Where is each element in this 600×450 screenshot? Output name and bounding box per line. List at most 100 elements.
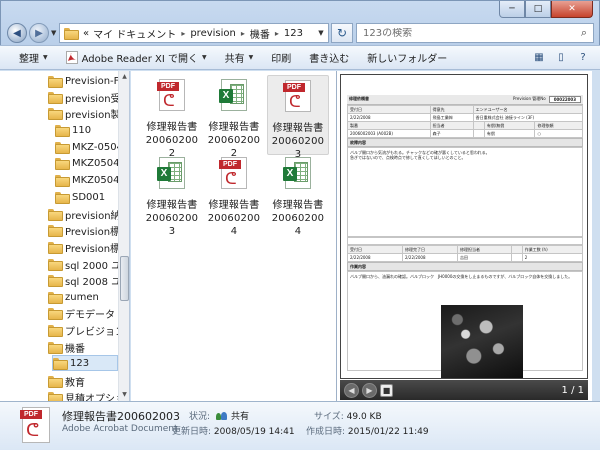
- close-button[interactable]: ✕: [551, 1, 593, 18]
- breadcrumb-separator-icon[interactable]: ▸: [238, 29, 248, 38]
- status-label: 状況:: [189, 412, 211, 422]
- scroll-down-icon[interactable]: ▼: [119, 389, 129, 401]
- refresh-icon: ↻: [336, 26, 348, 40]
- doc-prevision-number: 00022003: [548, 96, 581, 103]
- folder-icon: [48, 225, 63, 237]
- back-button[interactable]: ◀: [7, 23, 27, 43]
- folder-icon: [55, 158, 70, 170]
- folder-icon: [48, 308, 63, 320]
- organize-label: 整理: [19, 54, 39, 65]
- print-button[interactable]: 印刷: [262, 46, 300, 69]
- share-label: 共有: [224, 54, 245, 65]
- share-button[interactable]: 共有 ▼: [216, 46, 263, 69]
- search-input[interactable]: [363, 27, 575, 39]
- chevron-down-icon: ▼: [248, 54, 254, 61]
- tree-item[interactable]: SD001: [55, 189, 105, 205]
- open-with-button[interactable]: Adobe Reader XI で開く ▼: [57, 46, 216, 69]
- breadcrumb-overflow[interactable]: «: [81, 28, 91, 39]
- breadcrumb-123[interactable]: 123: [282, 28, 305, 39]
- excel-file-icon: X: [217, 79, 251, 119]
- pdf-file-icon: PDF ᕦ: [18, 407, 50, 445]
- excel-file-icon: X: [281, 157, 315, 197]
- chevron-down-icon[interactable]: ▼: [314, 29, 328, 37]
- file-name: 修理報告書 20060200 4: [207, 200, 261, 237]
- help-icon[interactable]: ?: [574, 50, 592, 66]
- folder-icon: [55, 192, 70, 204]
- file-item-selected[interactable]: PDF ᕦ 修理報告書 20060200 3: [267, 75, 329, 160]
- maximize-button[interactable]: □: [525, 1, 551, 18]
- folder-icon: [48, 376, 63, 388]
- chevron-down-icon: ▼: [43, 54, 48, 61]
- folder-icon: [48, 259, 63, 271]
- pdf-badge: PDF: [219, 160, 241, 169]
- excel-badge: X: [219, 89, 233, 103]
- adobe-reader-icon: [65, 51, 78, 64]
- folder-icon: [53, 358, 68, 370]
- chevron-down-icon: ▼: [201, 54, 207, 61]
- preview-toolbar: ◀ ▶ ■ 1 / 1: [340, 380, 588, 400]
- breadcrumb-my-documents[interactable]: マイ ドキュメント: [91, 26, 178, 41]
- folder-icon: [48, 76, 63, 88]
- preview-pane-icon[interactable]: ▯: [552, 50, 570, 66]
- breadcrumb-separator-icon[interactable]: ▸: [178, 29, 188, 38]
- recent-pages-dropdown[interactable]: ▼: [51, 29, 56, 37]
- tree-item-label: zumen: [65, 291, 99, 303]
- previous-page-button[interactable]: ◀: [344, 382, 359, 398]
- file-item[interactable]: PDF ᕦ 修理報告書 20060200 2: [141, 75, 203, 159]
- next-page-button[interactable]: ▶: [362, 382, 377, 398]
- scroll-up-icon[interactable]: ▲: [119, 71, 129, 83]
- breadcrumb-separator-icon[interactable]: ▸: [272, 29, 282, 38]
- address-bar[interactable]: « マイ ドキュメント ▸ prevision ▸ 機番 ▸ 123 ▼: [59, 23, 329, 43]
- tree-item[interactable]: MKZ-0504: [55, 139, 123, 155]
- window-controls: ─ □ ✕: [499, 1, 593, 18]
- doc-header: 修理依頼書 Prevision 管理No 00022003: [347, 95, 583, 105]
- status-value: 共有: [231, 412, 250, 422]
- tree-item-selected[interactable]: 123: [52, 355, 118, 371]
- scrollbar-thumb[interactable]: [120, 256, 129, 301]
- page-view-button[interactable]: ■: [380, 383, 393, 397]
- excel-badge: X: [157, 167, 171, 181]
- pdf-badge: PDF: [20, 410, 42, 419]
- burn-button[interactable]: 書き込む: [300, 46, 358, 69]
- tree-item[interactable]: デモデータ: [48, 305, 115, 321]
- navigation-scrollbar[interactable]: ▲ ▼: [118, 71, 129, 401]
- size-label: サイズ:: [314, 412, 344, 422]
- breadcrumb-kiban[interactable]: 機番: [248, 26, 272, 41]
- folder-icon: [48, 108, 63, 120]
- file-item[interactable]: X 修理報告書 20060200 2: [203, 75, 265, 159]
- pdf-file-icon: PDF ᕦ: [217, 157, 251, 197]
- refresh-button[interactable]: ↻: [331, 23, 353, 43]
- minimize-button[interactable]: ─: [499, 1, 525, 18]
- file-item[interactable]: PDF ᕦ 修理報告書 20060200 4: [203, 153, 265, 237]
- tree-item[interactable]: zumen: [48, 289, 99, 305]
- organize-button[interactable]: 整理 ▼: [10, 46, 57, 69]
- updated-value: 2008/05/19 14:41: [213, 427, 295, 437]
- file-list: PDF ᕦ 修理報告書 20060200 2 X 修理報告書 20060200 2 PDF…: [131, 71, 336, 401]
- search-box[interactable]: ⌕: [356, 23, 594, 43]
- file-item[interactable]: X 修理報告書 20060200 3: [141, 153, 203, 237]
- details-status: 状況: 共有: [189, 409, 249, 422]
- view-options-icon[interactable]: ▦: [530, 50, 548, 66]
- doc-section-work: 作業内容: [347, 262, 583, 271]
- file-item[interactable]: X 修理報告書 20060200 4: [267, 153, 329, 237]
- pdf-file-icon: PDF ᕦ: [281, 80, 315, 120]
- preview-pane: 修理依頼書 Prevision 管理No 00022003 受付日 得意先 エンドユ…: [336, 71, 592, 401]
- breadcrumb-prevision[interactable]: prevision: [188, 28, 238, 39]
- tree-item-label: MKZ-0504: [72, 141, 123, 153]
- document-preview[interactable]: 修理依頼書 Prevision 管理No 00022003 受付日 得意先 エンドユ…: [340, 74, 588, 379]
- tree-item[interactable]: 教育: [48, 373, 85, 389]
- details-file-type: Adobe Acrobat Document: [62, 424, 178, 434]
- tree-item[interactable]: 機番: [48, 339, 85, 355]
- excel-file-icon: X: [155, 157, 189, 197]
- tree-item[interactable]: 110: [55, 122, 91, 138]
- search-icon[interactable]: ⌕: [575, 26, 593, 40]
- title-bar: ─ □ ✕ ◀ ▶ ▼ « マイ ドキュメント ▸ prevision ▸ 機番…: [0, 0, 600, 45]
- created-label: 作成日時:: [306, 427, 346, 437]
- doc-table-2: 受付日 修理完了日 修理担当者 作業工数 (h) 2/22/2008 2/22/2008…: [346, 245, 584, 262]
- forward-button[interactable]: ▶: [29, 23, 49, 43]
- new-folder-button[interactable]: 新しいフォルダー: [358, 46, 456, 69]
- folder-icon: [48, 342, 63, 354]
- folder-icon: [55, 175, 70, 187]
- open-with-label: Adobe Reader XI で開く: [81, 54, 198, 65]
- shared-users-icon: [216, 411, 228, 421]
